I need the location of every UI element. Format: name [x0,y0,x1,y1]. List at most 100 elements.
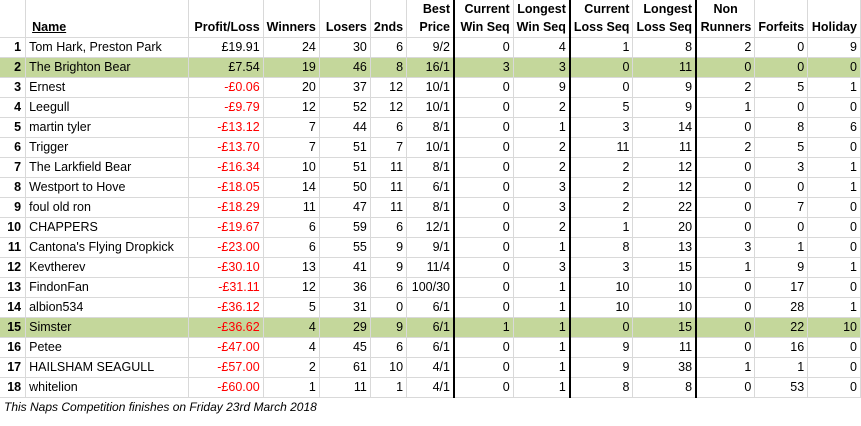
best-price-cell: 6/1 [406,297,455,318]
best-price-cell: 8/1 [406,197,455,218]
table-row: 15 Simster -£36.62 4 29 9 6/1 1 1 0 15 0 22 10 [0,317,861,338]
forfeits-cell: 3 [754,157,809,178]
longest-win-seq-cell: 2 [513,97,571,118]
longest-loss-seq-cell: 8 [632,377,697,398]
forfeits-cell: 1 [754,357,809,378]
winners-cell: 5 [263,297,320,318]
holiday-cell: 0 [807,337,861,358]
rank-cell: 17 [0,357,27,378]
holiday-cell: 1 [807,257,861,278]
profit-cell: -£18.05 [188,177,264,198]
non-runners-cell: 0 [695,297,756,318]
longest-loss-header-top: Longest [632,0,697,18]
longest-loss-seq-cell: 10 [632,277,697,298]
rank-cell: 14 [0,297,27,318]
current-win-seq-header: Win Seq [452,18,514,38]
losers-cell: 41 [319,257,371,278]
best-price-cell: 4/1 [406,377,455,398]
footer-note: This Naps Competition finishes on Friday… [4,400,317,414]
longest-win-seq-cell: 3 [513,177,571,198]
current-loss-seq-cell: 0 [568,77,634,98]
losers-header: Losers [319,18,371,38]
profit-cell: -£13.70 [188,137,264,158]
current-win-seq-cell: 0 [452,277,514,298]
longest-win-seq-cell: 1 [513,237,571,258]
holiday-cell: 1 [807,157,861,178]
profit-cell: -£47.00 [188,337,264,358]
naps-league-table: Best Current Longest Current Longest Non… [0,0,861,417]
current-loss-seq-cell: 3 [568,257,634,278]
current-win-seq-cell: 0 [452,37,514,58]
current-loss-seq-cell: 10 [568,297,634,318]
forfeits-cell: 1 [754,237,809,258]
table-row: 8 Westport to Hove -£18.05 14 50 11 6/1 0 3 2 12 0 0… [0,177,861,198]
rank-cell: 3 [0,77,27,98]
seconds-cell: 12 [370,97,408,118]
longest-win-seq-cell: 2 [513,137,571,158]
non-runners-cell: 0 [695,177,756,198]
losers-cell: 52 [319,97,371,118]
non-runners-cell: 1 [695,257,756,278]
best-price-cell: 8/1 [406,157,455,178]
longest-loss-seq-cell: 8 [632,37,697,58]
non-runners-cell: 0 [695,217,756,238]
profit-cell: -£23.00 [188,237,264,258]
current-loss-seq-cell: 0 [568,57,634,78]
best-price-cell: 12/1 [406,217,455,238]
longest-win-seq-cell: 4 [513,37,571,58]
seconds-cell: 11 [370,157,408,178]
longest-win-seq-cell: 1 [513,357,571,378]
non-runners-cell: 0 [695,117,756,138]
longest-loss-seq-cell: 10 [632,297,697,318]
rank-cell: 11 [0,237,27,258]
player-name-cell: FindonFan [25,277,189,298]
longest-loss-seq-cell: 11 [632,57,697,78]
table-row: 3 Ernest -£0.06 20 37 12 10/1 0 9 0 9 2 5 1 [0,77,861,98]
best-price-cell: 6/1 [406,337,455,358]
longest-win-seq-cell: 1 [513,337,571,358]
header-row-1: Best Current Longest Current Longest Non [0,0,861,18]
non-runners-cell: 0 [695,277,756,298]
winners-cell: 12 [263,97,320,118]
player-name-cell: CHAPPERS [25,217,189,238]
current-win-seq-cell: 0 [452,297,514,318]
non-runners-cell: 1 [695,357,756,378]
longest-loss-seq-cell: 11 [632,337,697,358]
table-row: 1 Tom Hark, Preston Park £19.91 24 30 6 9/2 0 4 1… [0,37,861,58]
profit-cell: £7.54 [188,57,264,78]
rank-cell: 1 [0,37,27,58]
winners-header: Winners [263,18,320,38]
longest-win-seq-cell: 1 [513,277,571,298]
winners-cell: 13 [263,257,320,278]
seconds-cell: 9 [370,257,408,278]
player-name-cell: martin tyler [25,117,189,138]
winners-cell: 2 [263,357,320,378]
best-price-cell: 100/30 [406,277,455,298]
longest-win-seq-cell: 1 [513,297,571,318]
forfeits-header: Forfeits [754,18,809,38]
profit-cell: -£19.67 [188,217,264,238]
longest-win-seq-cell: 9 [513,77,571,98]
winners-cell: 7 [263,137,320,158]
best-price-cell: 10/1 [406,137,455,158]
longest-loss-seq-cell: 15 [632,317,697,338]
forfeits-cell: 28 [754,297,809,318]
longest-win-seq-cell: 1 [513,377,571,398]
table-row: 18 whitelion -£60.00 1 11 1 4/1 0 1 8 8 0 53 0 [0,377,861,398]
current-win-seq-cell: 0 [452,337,514,358]
rank-cell: 10 [0,217,27,238]
non-runners-cell: 0 [695,377,756,398]
longest-win-seq-cell: 2 [513,157,571,178]
non-runners-cell: 0 [695,197,756,218]
non-runners-cell: 0 [695,157,756,178]
header-row-2: Name Profit/Loss Winners Losers 2nds Pri… [0,18,861,38]
losers-cell: 11 [319,377,371,398]
rank-cell: 13 [0,277,27,298]
losers-cell: 30 [319,37,371,58]
longest-loss-seq-cell: 15 [632,257,697,278]
current-win-header-top: Current [452,0,514,18]
forfeits-cell: 22 [754,317,809,338]
current-loss-seq-cell: 9 [568,357,634,378]
losers-cell: 59 [319,217,371,238]
holiday-cell: 0 [807,197,861,218]
